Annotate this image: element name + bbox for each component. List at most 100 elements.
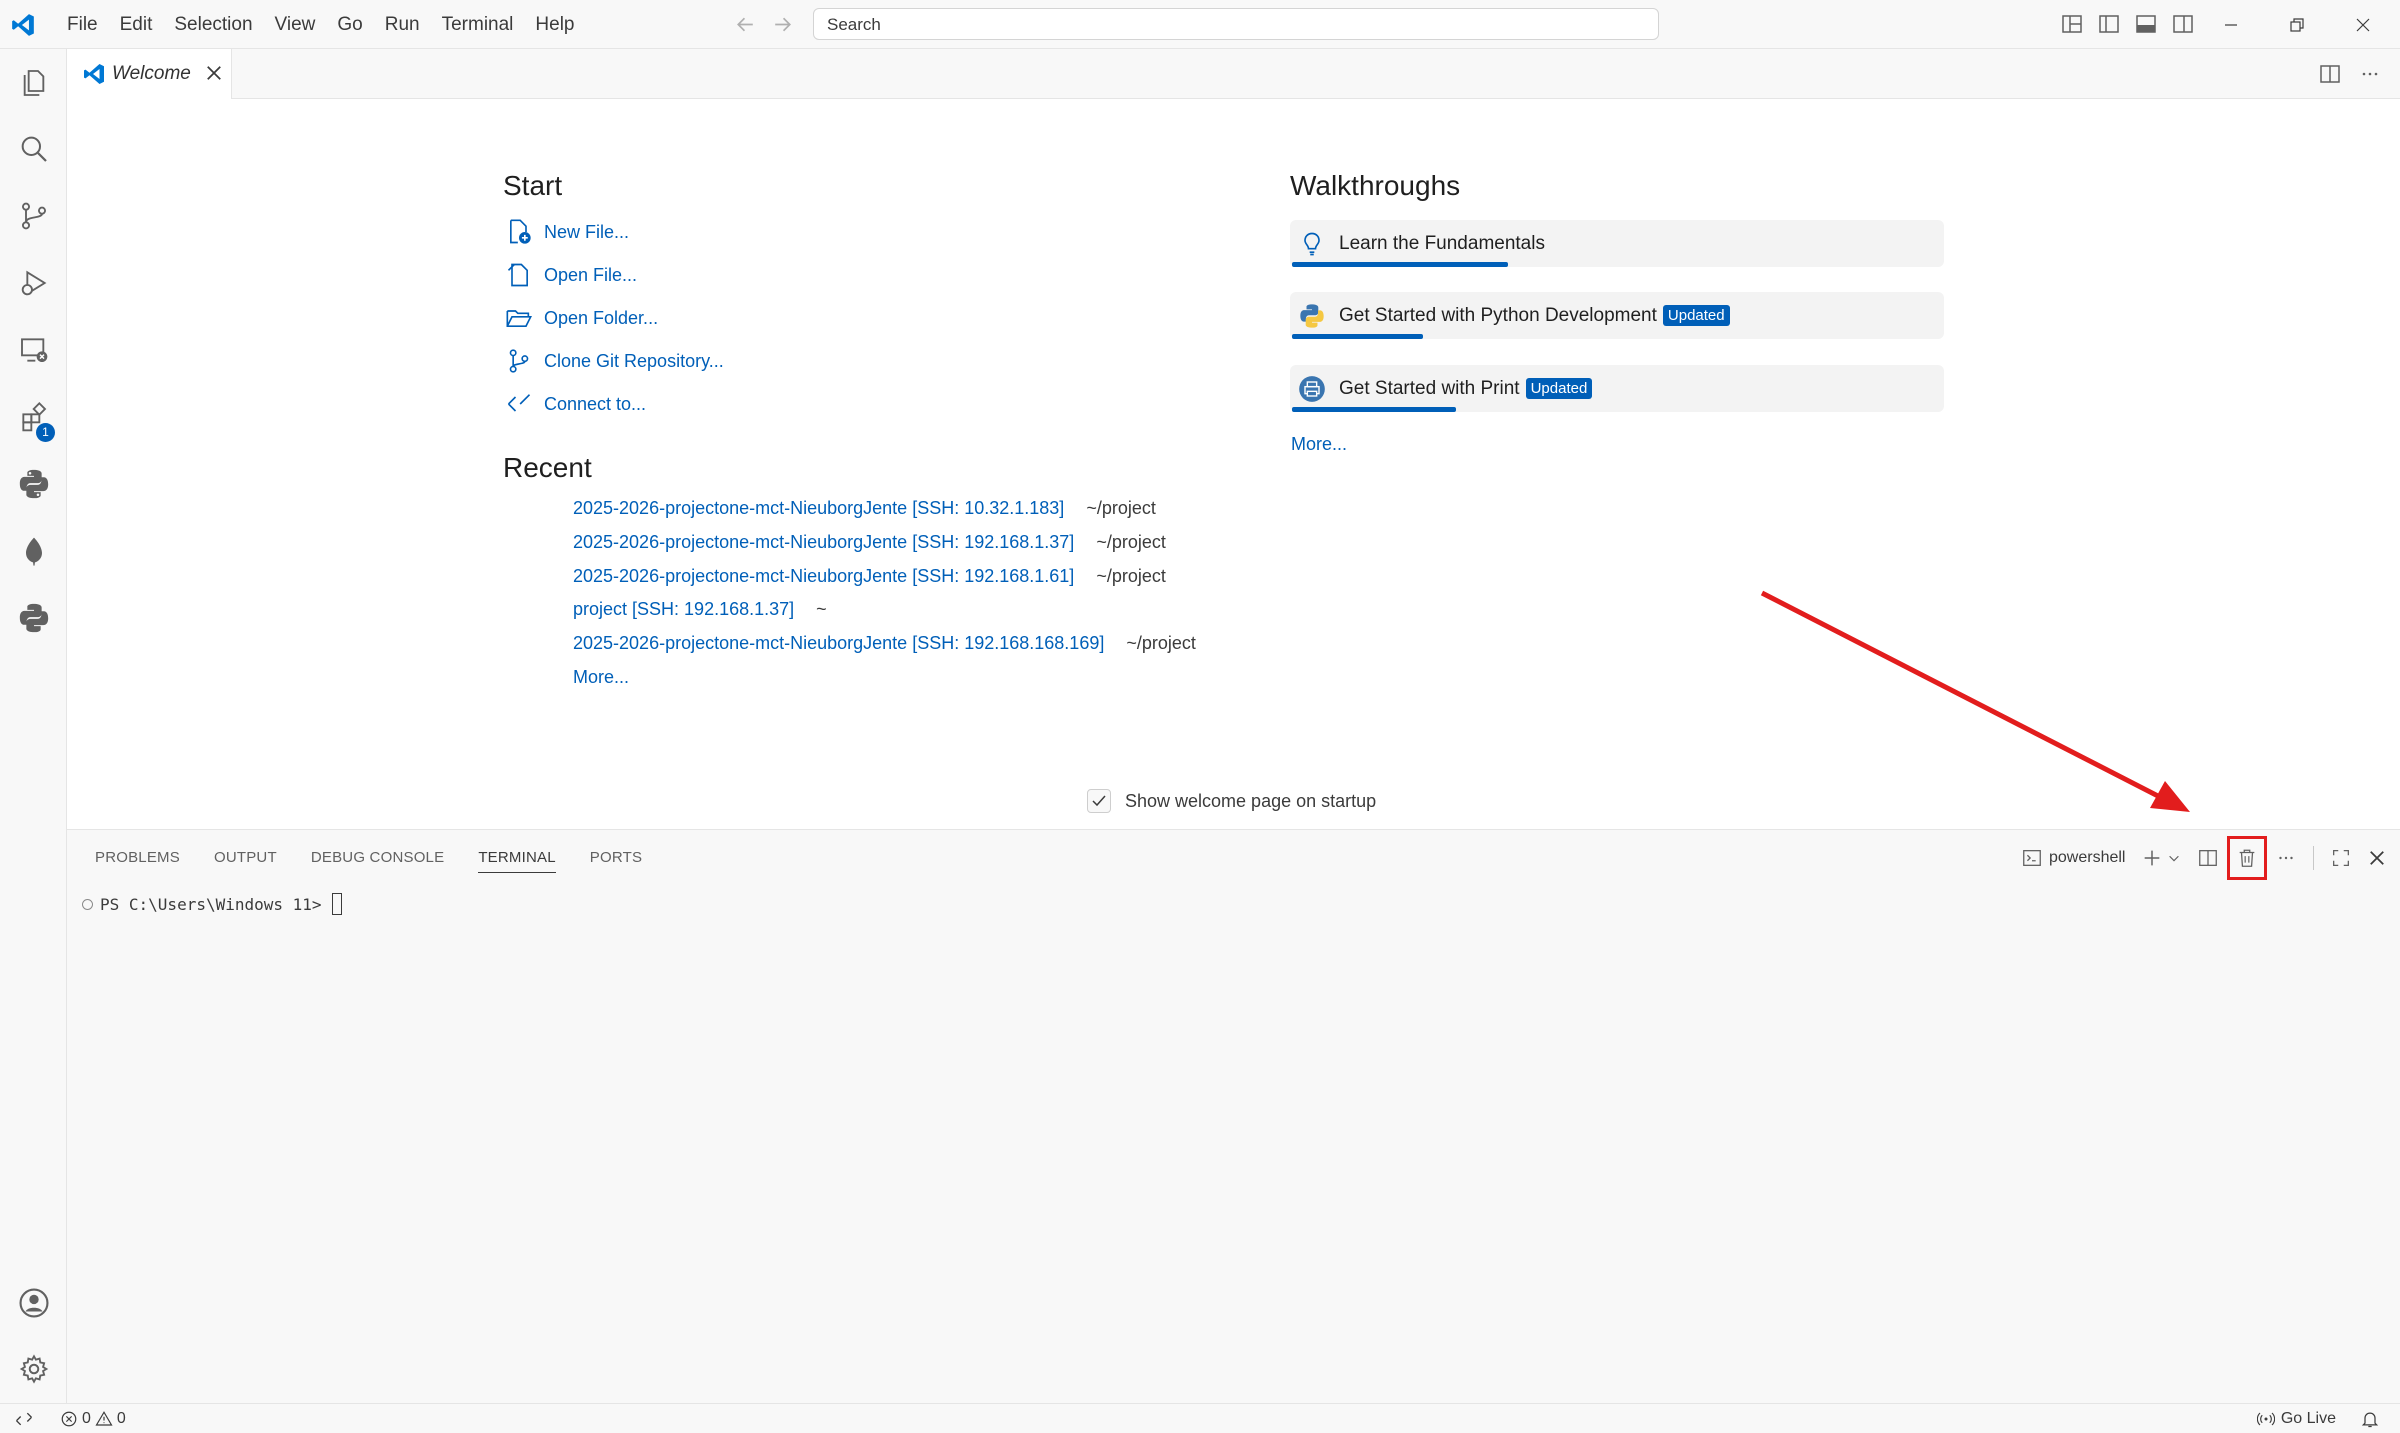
tab-output[interactable]: OUTPUT	[214, 830, 277, 885]
toggle-primary-sidebar-icon[interactable]	[2097, 12, 2121, 36]
close-panel-button[interactable]	[2364, 845, 2390, 871]
recent-item[interactable]: 2025-2026-projectone-mct-NieuborgJente […	[573, 494, 1156, 522]
command-center-search[interactable]: Search	[813, 8, 1659, 40]
menu-help[interactable]: Help	[524, 0, 585, 49]
walkthrough-title-text: Get Started with Print	[1339, 378, 1520, 399]
terminal-more-actions[interactable]	[2273, 845, 2299, 871]
trash-icon	[2240, 849, 2255, 867]
activity-search[interactable]	[0, 116, 67, 182]
shell-name[interactable]: powershell	[2049, 849, 2125, 867]
back-arrow-icon[interactable]	[733, 12, 758, 37]
extensions-badge: 1	[36, 423, 55, 442]
show-on-startup-checkbox[interactable]	[1087, 789, 1111, 813]
clone-repo-label: Clone Git Repository...	[544, 350, 724, 371]
problems-status[interactable]: 0 0	[60, 1404, 126, 1433]
activity-remote-explorer[interactable]	[0, 317, 67, 383]
go-live-button[interactable]: Go Live	[2256, 1410, 2336, 1428]
error-icon	[61, 1411, 77, 1427]
activity-python[interactable]	[0, 451, 67, 517]
tab-terminal[interactable]: TERMINAL	[478, 830, 557, 885]
activity-manage[interactable]	[0, 1336, 67, 1402]
printer-icon	[1299, 376, 1325, 402]
python-logo-icon	[1300, 304, 1324, 328]
tab-label: Welcome	[112, 63, 191, 84]
mongodb-leaf-icon	[25, 537, 42, 566]
kill-terminal-button[interactable]	[2227, 836, 2268, 880]
run-debug-icon	[21, 270, 46, 296]
recent-item[interactable]: 2025-2026-projectone-mct-NieuborgJente […	[573, 528, 1166, 556]
recent-item[interactable]: project [SSH: 192.168.1.37] ~	[573, 595, 827, 623]
activity-bar: 1	[0, 49, 67, 1403]
menu-file[interactable]: File	[56, 0, 109, 49]
menu-run[interactable]: Run	[374, 0, 431, 49]
clone-repo-link[interactable]: Clone Git Repository...	[505, 346, 724, 376]
command-decoration-icon	[82, 898, 93, 910]
editor-tab-bar: Welcome	[67, 49, 2400, 99]
close-window-button[interactable]	[2330, 0, 2396, 49]
new-file-label: New File...	[544, 221, 630, 242]
settings-gear-icon	[19, 1354, 48, 1384]
more-actions-icon[interactable]	[2358, 62, 2382, 86]
recent-more-link[interactable]: More...	[573, 663, 629, 691]
walkthroughs-more-label: More...	[1291, 433, 1348, 454]
activity-accounts[interactable]	[0, 1270, 67, 1336]
open-file-link[interactable]: Open File...	[505, 260, 637, 290]
warning-count: 0	[116, 1410, 126, 1427]
explorer-icon	[23, 70, 44, 96]
notifications-bell-icon[interactable]	[2360, 1409, 2380, 1429]
recent-item[interactable]: 2025-2026-projectone-mct-NieuborgJente […	[573, 629, 1196, 657]
menu-view[interactable]: View	[264, 0, 327, 49]
open-folder-link[interactable]: Open Folder...	[505, 303, 658, 333]
menu-edit[interactable]: Edit	[109, 0, 164, 49]
vscode-logo-icon	[84, 64, 104, 84]
walkthrough-print[interactable]: Get Started with Print Updated	[1290, 365, 1944, 412]
remote-indicator[interactable]	[0, 1404, 48, 1433]
forward-arrow-icon[interactable]	[770, 12, 795, 37]
close-icon[interactable]	[204, 63, 224, 83]
walkthrough-python[interactable]: Get Started with Python Development Updat…	[1290, 292, 1944, 339]
split-terminal-button[interactable]	[2195, 845, 2221, 871]
plus-icon	[2145, 850, 2160, 866]
toggle-panel-icon[interactable]	[2134, 12, 2158, 36]
walkthrough-fundamentals[interactable]: Learn the Fundamentals	[1290, 220, 1944, 267]
menu-selection[interactable]: Selection	[163, 0, 263, 49]
remote-explorer-icon	[20, 338, 47, 362]
recent-path: ~/project	[1096, 565, 1166, 586]
activity-run-debug[interactable]	[0, 250, 67, 316]
terminal-profile-dropdown[interactable]	[2165, 845, 2183, 871]
new-file-link[interactable]: New File...	[505, 217, 629, 247]
walkthrough-title: Get Started with Python Development Updat…	[1339, 305, 1730, 327]
toggle-secondary-sidebar-icon[interactable]	[2171, 12, 2195, 36]
tab-welcome[interactable]: Welcome	[67, 49, 232, 99]
activity-source-control[interactable]	[0, 183, 67, 249]
recent-item[interactable]: 2025-2026-projectone-mct-NieuborgJente […	[573, 562, 1166, 590]
activity-python-2[interactable]	[0, 585, 67, 651]
split-editor-icon[interactable]	[2318, 62, 2342, 86]
tab-ports[interactable]: PORTS	[590, 830, 642, 885]
show-on-startup-label: Show welcome page on startup	[1125, 790, 1377, 811]
walkthroughs-more-link[interactable]: More...	[1291, 430, 1347, 458]
activity-extensions[interactable]: 1	[0, 384, 67, 450]
start-heading: Start	[503, 170, 563, 201]
restore-button[interactable]	[2264, 0, 2330, 49]
maximize-panel-button[interactable]	[2328, 845, 2354, 871]
terminal-prompt-line[interactable]: PS C:\Users\Windows 11>	[82, 893, 342, 915]
warning-icon	[95, 1411, 113, 1426]
search-icon	[21, 136, 47, 162]
connect-to-label: Connect to...	[544, 393, 647, 414]
activity-mongodb[interactable]	[0, 518, 67, 584]
minimize-button[interactable]	[2198, 0, 2264, 49]
tab-debug-console[interactable]: DEBUG CONSOLE	[311, 830, 444, 885]
menu-terminal[interactable]: Terminal	[431, 0, 525, 49]
recent-more-label: More...	[573, 666, 630, 687]
activity-explorer[interactable]	[0, 50, 67, 116]
connect-to-link[interactable]: Connect to...	[505, 389, 646, 419]
menu-go[interactable]: Go	[326, 0, 373, 49]
new-terminal-button[interactable]	[2139, 845, 2165, 871]
split-terminal-icon	[2199, 850, 2218, 866]
terminal-icon[interactable]	[2021, 847, 2043, 869]
recent-path: ~	[816, 598, 827, 619]
customize-layout-icon[interactable]	[2060, 12, 2084, 36]
recent-name: 2025-2026-projectone-mct-NieuborgJente […	[573, 531, 1075, 552]
tab-problems[interactable]: PROBLEMS	[95, 830, 180, 885]
